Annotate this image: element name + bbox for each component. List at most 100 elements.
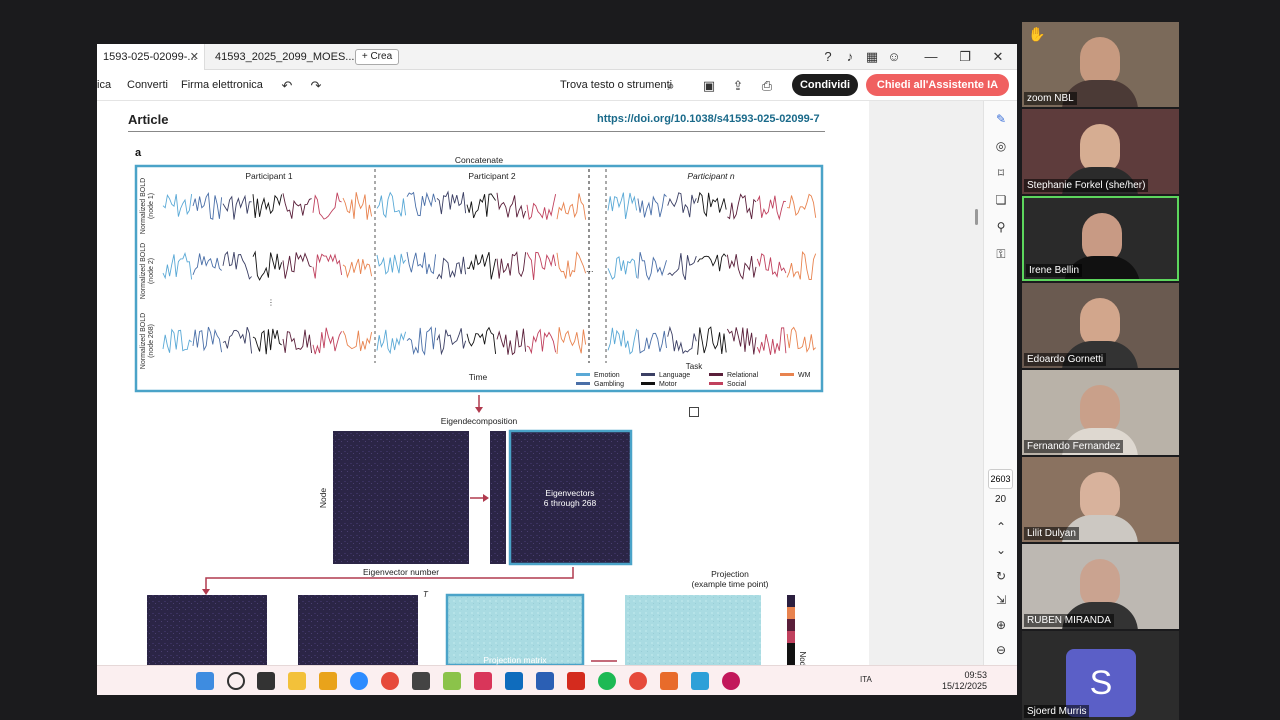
- menu-esign[interactable]: Firma elettronica: [181, 71, 263, 99]
- page-number-input[interactable]: 2603: [988, 469, 1013, 489]
- signal-segment: [697, 191, 727, 218]
- share-button[interactable]: Condividi: [792, 74, 858, 96]
- signal-segment: [526, 328, 557, 355]
- undo-icon[interactable]: ↶: [279, 78, 295, 94]
- vertical-ellipsis: ⋮: [267, 298, 275, 307]
- arrow-down-head: [475, 407, 483, 413]
- close-tab-icon[interactable]: ✕: [190, 44, 199, 70]
- search-icon[interactable]: ⌕: [663, 78, 679, 94]
- participant-n-label: Participant n: [687, 171, 735, 181]
- language-indicator[interactable]: ITA: [860, 675, 872, 684]
- notepad-icon[interactable]: [691, 672, 709, 690]
- signal-segment: [192, 253, 222, 275]
- start-icon[interactable]: [196, 672, 214, 690]
- zoom-in-icon[interactable]: ⊕: [993, 617, 1009, 633]
- zoom-icon[interactable]: [350, 672, 368, 690]
- menu-convert[interactable]: Converti: [127, 71, 168, 99]
- upload-icon[interactable]: ⇪: [730, 78, 746, 94]
- signal-segment: [607, 327, 638, 355]
- app-icon[interactable]: [412, 672, 430, 690]
- signal-segment: [607, 256, 638, 280]
- search-icon[interactable]: [227, 672, 245, 690]
- pdf-toolbar: ica Converti Firma elettronica ↶ ↷ Trova…: [97, 71, 1017, 101]
- menu-item-partial[interactable]: ica: [97, 71, 111, 99]
- signal-segment: [756, 194, 786, 221]
- matlab-icon[interactable]: [660, 672, 678, 690]
- apps-icon[interactable]: ▦: [861, 44, 883, 70]
- rotate-icon[interactable]: ↻: [993, 568, 1009, 584]
- close-window-icon[interactable]: ✕: [987, 44, 1009, 70]
- participant-tile-active-speaker[interactable]: Irene Bellin: [1022, 196, 1179, 281]
- colorbar-seg: [787, 619, 795, 631]
- participant-tile[interactable]: S Sjoerd Murris: [1022, 631, 1179, 720]
- find-tools-label[interactable]: Trova testo o strumenti: [560, 71, 672, 99]
- participant-tile[interactable]: ✋ zoom NBL: [1022, 22, 1179, 107]
- print-icon[interactable]: ⎙: [759, 78, 775, 94]
- task-view-icon[interactable]: [257, 672, 275, 690]
- signal-segment: [252, 250, 283, 281]
- profile-icon[interactable]: ☺: [883, 44, 905, 70]
- text-cursor-icon: [689, 407, 699, 417]
- tab-active-pdf[interactable]: 1593-025-02099-... ✕: [97, 44, 205, 70]
- legend-label: Social: [727, 381, 747, 388]
- pages-icon[interactable]: ❏: [993, 192, 1009, 208]
- chevron-down-icon[interactable]: ⌄: [993, 542, 1009, 558]
- slack-icon[interactable]: [443, 672, 461, 690]
- export-icon[interactable]: ⇲: [993, 592, 1009, 608]
- system-clock[interactable]: 09:53 15/12/2025: [933, 670, 987, 692]
- acrobat-icon[interactable]: [567, 672, 585, 690]
- sublime-icon[interactable]: [319, 672, 337, 690]
- participant-tile[interactable]: RUBEN MIRANDA: [1022, 544, 1179, 629]
- eigenvectors-sub: 6 through 268: [544, 498, 597, 508]
- chrome-profile-icon[interactable]: [629, 672, 647, 690]
- bookmark-icon[interactable]: ⌑: [993, 165, 1009, 181]
- comment-icon[interactable]: ◎: [993, 138, 1009, 154]
- node-axis-label: Node: [318, 488, 328, 509]
- concatenate-label: Concatenate: [455, 155, 503, 165]
- chevron-up-icon[interactable]: ⌃: [993, 519, 1009, 535]
- lock-icon[interactable]: ⚿: [993, 246, 1009, 262]
- signal-segment: [607, 192, 638, 219]
- signal-segment: [526, 251, 557, 281]
- signal-segment: [282, 193, 312, 219]
- spotify-icon[interactable]: [598, 672, 616, 690]
- signal-segment: [637, 251, 667, 281]
- legend-swatch: [576, 373, 590, 376]
- file-explorer-icon[interactable]: [288, 672, 306, 690]
- outlook-icon[interactable]: [505, 672, 523, 690]
- eigenvectors-label: Eigenvectors: [545, 488, 594, 498]
- ylabel-node268-sub: (node 268): [148, 324, 155, 358]
- word-icon[interactable]: [536, 672, 554, 690]
- maximize-icon[interactable]: ❐: [954, 44, 976, 70]
- signal-segment: [406, 326, 437, 356]
- participant-tile[interactable]: Edoardo Gornetti: [1022, 283, 1179, 368]
- horizontal-ellipsis: ...: [586, 264, 594, 274]
- new-tab-button[interactable]: + Crea: [355, 49, 399, 65]
- help-icon[interactable]: ?: [817, 44, 839, 70]
- legend-label: Language: [659, 372, 690, 379]
- signal-segment: [436, 256, 467, 280]
- ai-assistant-button[interactable]: Chiedi all'Assistente IA: [866, 74, 1009, 96]
- participant-tile[interactable]: Stephanie Forkel (she/her): [1022, 109, 1179, 194]
- attachment-icon[interactable]: ⚲: [993, 219, 1009, 235]
- app-icon-2[interactable]: [722, 672, 740, 690]
- figure-schematic: Concatenate Participant 1 Participant 2 …: [134, 155, 824, 665]
- scrollbar-thumb[interactable]: [975, 209, 978, 225]
- tab-pdf-moesm[interactable]: 41593_2025_2099_MOES...: [209, 44, 354, 70]
- minimize-icon[interactable]: —: [920, 44, 942, 70]
- zoom-out-icon[interactable]: ⊖: [993, 642, 1009, 658]
- redo-icon[interactable]: ↷: [308, 78, 324, 94]
- bell-icon[interactable]: ♪: [839, 44, 861, 70]
- ylabel-node1-sub: (node 1): [148, 193, 155, 219]
- task-legend-title: Task: [686, 362, 703, 371]
- edit-icon[interactable]: ✎: [993, 111, 1009, 127]
- participant-tile[interactable]: Fernando Fernandez: [1022, 370, 1179, 455]
- document-viewport[interactable]: Article https://doi.org/10.1038/s41593-0…: [97, 101, 983, 665]
- signal-segment: [697, 253, 727, 272]
- participant-tile[interactable]: Lilit Dulyan: [1022, 457, 1179, 542]
- legend-swatch: [709, 382, 723, 385]
- zotero-icon[interactable]: [474, 672, 492, 690]
- chrome-icon[interactable]: [381, 672, 399, 690]
- node-label-right: Node: [798, 651, 807, 665]
- save-icon[interactable]: ▣: [701, 78, 717, 94]
